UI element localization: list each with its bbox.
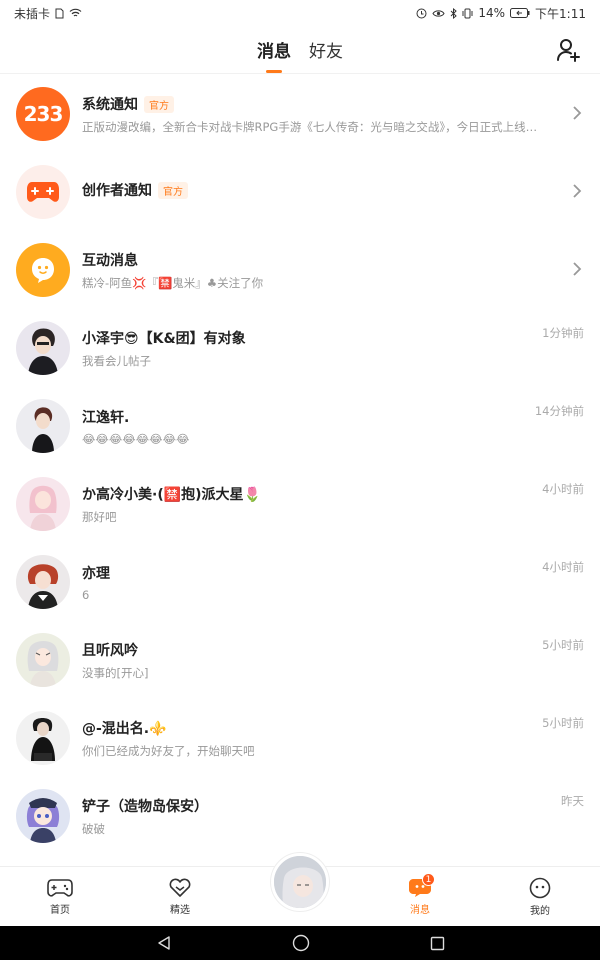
conversation-title: 江逸轩. bbox=[82, 410, 130, 426]
tab-messages[interactable]: 消息 bbox=[257, 37, 291, 73]
add-user-icon[interactable] bbox=[556, 37, 582, 63]
clock-time: 下午1:11 bbox=[535, 6, 586, 21]
system-nav-bar bbox=[0, 926, 600, 960]
conversation-system-notice[interactable]: 233 系统通知 官方 正版动漫改编，全新合卡对战卡牌RPG手游《七人传奇：光与… bbox=[0, 75, 600, 153]
conversation-title: @-混出名.⚜️ bbox=[82, 721, 167, 737]
conversation-preview: 😂😂😂😂😂😂😂😂 bbox=[82, 432, 190, 446]
conversation-title: 铲子（造物岛保安） bbox=[82, 799, 208, 815]
eye-icon bbox=[432, 9, 445, 18]
conversation-preview: 6 bbox=[82, 588, 90, 602]
user-avatar bbox=[16, 477, 70, 531]
ghost-chat-icon bbox=[32, 258, 54, 283]
battery-percent: 14% bbox=[478, 6, 506, 20]
nav-home[interactable]: 首页 bbox=[0, 867, 120, 926]
conversation-title: か高冷小美·(🈲抱)派大星🌷 bbox=[82, 487, 261, 503]
conversation-preview: 那好吧 bbox=[82, 510, 117, 524]
conversation-preview: 正版动漫改编，全新合卡对战卡牌RPG手游《七人传奇：光与暗之交战》，今日正式上线… bbox=[82, 120, 538, 134]
official-badge: 官方 bbox=[144, 95, 174, 113]
carrier-text: 未插卡 bbox=[14, 6, 51, 21]
conversation-time: 5小时前 bbox=[542, 638, 584, 652]
user-avatar bbox=[16, 633, 70, 687]
conversation-creator-notice[interactable]: 创作者通知 官方 bbox=[0, 153, 600, 231]
smiley-icon bbox=[529, 877, 551, 898]
status-bar: 未插卡 14% 下午1:11 bbox=[0, 0, 600, 26]
conversation-preview: 糕冷-阿鱼💢『🈲鬼米』♣关注了你 bbox=[82, 276, 264, 290]
conversation-preview: 你们已经成为好友了，开始聊天吧 bbox=[82, 744, 255, 758]
user-avatar bbox=[16, 789, 70, 843]
nav-profile-label: 我的 bbox=[530, 905, 550, 917]
center-avatar-button[interactable] bbox=[271, 853, 329, 911]
conversation-row[interactable]: 小泽宇😎【K&团】有对象 我看会儿帖子 1分钟前 bbox=[0, 309, 600, 387]
conversation-preview: 没事的[开心] bbox=[82, 666, 149, 680]
conversation-list: 233 系统通知 官方 正版动漫改编，全新合卡对战卡牌RPG手游《七人传奇：光与… bbox=[0, 75, 600, 865]
conversation-row[interactable]: か高冷小美·(🈲抱)派大星🌷 那好吧 4小时前 bbox=[0, 465, 600, 543]
user-avatar bbox=[16, 399, 70, 453]
conversation-preview: 我看会儿帖子 bbox=[82, 354, 151, 368]
tab-friends[interactable]: 好友 bbox=[309, 37, 343, 64]
recents-icon[interactable] bbox=[430, 936, 445, 951]
conversation-preview: 破破 bbox=[82, 822, 105, 836]
chevron-right-icon bbox=[573, 106, 582, 120]
avatar-233-text: 233 bbox=[23, 102, 64, 126]
vibrate-icon bbox=[462, 8, 473, 19]
nav-featured-label: 精选 bbox=[170, 904, 190, 916]
conversation-row[interactable]: 亦理 6 4小时前 bbox=[0, 543, 600, 621]
back-icon[interactable] bbox=[156, 935, 172, 951]
gamepad-icon bbox=[47, 878, 73, 897]
conversation-time: 5小时前 bbox=[542, 716, 584, 730]
wifi-icon bbox=[69, 8, 82, 18]
conversation-time: 4小时前 bbox=[542, 482, 584, 496]
user-avatar bbox=[16, 321, 70, 375]
alarm-icon bbox=[416, 8, 427, 19]
conversation-time: 14分钟前 bbox=[534, 404, 584, 418]
battery-icon bbox=[510, 8, 530, 18]
unread-badge: 1 bbox=[422, 873, 435, 886]
conversation-time: 昨天 bbox=[561, 794, 584, 808]
conversation-row[interactable]: 江逸轩. 😂😂😂😂😂😂😂😂 14分钟前 bbox=[0, 387, 600, 465]
header: 消息 好友 bbox=[0, 26, 600, 74]
official-badge: 官方 bbox=[158, 181, 188, 199]
sim-icon bbox=[55, 8, 64, 19]
conversation-row[interactable]: 且听风吟 没事的[开心] 5小时前 bbox=[0, 621, 600, 699]
heart-badge-icon bbox=[169, 878, 191, 897]
nav-center bbox=[240, 853, 360, 926]
chevron-right-icon bbox=[573, 184, 582, 198]
system-notice-avatar: 233 bbox=[16, 87, 70, 141]
conversation-time: 4小时前 bbox=[542, 560, 584, 574]
interaction-avatar bbox=[16, 243, 70, 297]
gamepad-icon bbox=[27, 182, 59, 202]
nav-messages-label: 消息 bbox=[410, 904, 430, 916]
bottom-nav: 首页 精选 1 消息 我的 bbox=[0, 853, 600, 926]
nav-messages[interactable]: 1 消息 bbox=[360, 867, 480, 926]
nav-featured[interactable]: 精选 bbox=[120, 867, 240, 926]
conversation-interactions[interactable]: 互动消息 糕冷-阿鱼💢『🈲鬼米』♣关注了你 bbox=[0, 231, 600, 309]
top-tabs: 消息 好友 bbox=[0, 26, 600, 74]
conversation-title: 且听风吟 bbox=[82, 643, 138, 659]
conversation-title: 互动消息 bbox=[82, 253, 138, 269]
bluetooth-icon bbox=[450, 7, 458, 19]
conversation-time: 1分钟前 bbox=[542, 326, 584, 340]
nav-home-label: 首页 bbox=[50, 904, 70, 916]
user-avatar bbox=[16, 711, 70, 765]
chevron-right-icon bbox=[573, 262, 582, 276]
conversation-row[interactable]: @-混出名.⚜️ 你们已经成为好友了，开始聊天吧 5小时前 bbox=[0, 699, 600, 777]
nav-profile[interactable]: 我的 bbox=[480, 867, 600, 926]
conversation-row[interactable]: 铲子（造物岛保安） 破破 昨天 bbox=[0, 777, 600, 855]
user-avatar bbox=[16, 555, 70, 609]
conversation-title: 系统通知 bbox=[82, 97, 138, 113]
conversation-title: 创作者通知 bbox=[82, 183, 152, 199]
conversation-title: 亦理 bbox=[82, 566, 110, 582]
creator-notice-avatar bbox=[16, 165, 70, 219]
home-circle-icon[interactable] bbox=[292, 934, 310, 952]
conversation-title: 小泽宇😎【K&团】有对象 bbox=[82, 331, 246, 347]
